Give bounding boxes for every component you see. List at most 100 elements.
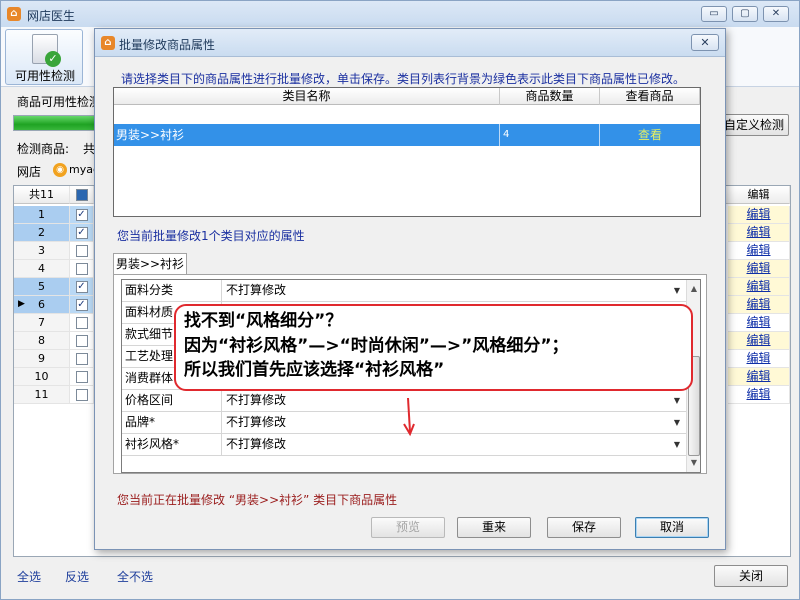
dialog-instruction: 请选择类目下的商品属性进行批量修改，单击保存。类目列表行背景为绿色表示此类目下商…: [121, 72, 686, 86]
footer-note: 您当前正在批量修改 “男装>>衬衫” 类目下商品属性: [117, 493, 398, 507]
row-number: 1: [14, 206, 70, 224]
app-logo-icon: ⌂: [7, 7, 21, 21]
row-number-label: 11: [34, 388, 49, 401]
category-row[interactable]: 男装>>衬衫 4 查看: [114, 106, 700, 146]
invert-selection-link[interactable]: 反选: [65, 568, 89, 585]
dialog-close-button[interactable]: ✕: [691, 34, 719, 51]
edit-link-cell: 编辑: [728, 350, 790, 368]
row-checkbox[interactable]: [70, 314, 94, 332]
grid-header-checkbox[interactable]: [70, 186, 94, 204]
edit-link-cell: 编辑: [728, 386, 790, 404]
availability-check-label: 可用性检测: [14, 69, 75, 83]
shop-label: 网店: [17, 165, 42, 179]
checkbox-icon[interactable]: ✓: [75, 299, 88, 311]
row-checkbox[interactable]: [70, 332, 94, 350]
save-button[interactable]: 保存: [547, 517, 621, 538]
row-pointer-icon: ▶: [18, 299, 25, 309]
edit-link[interactable]: 编辑: [746, 333, 770, 347]
annotation-line-3: 所以我们首先应该选择“衬衫风格”: [184, 360, 445, 380]
main-window-title: 网店医生: [27, 9, 76, 23]
checkbox-icon[interactable]: [75, 317, 88, 329]
edit-link[interactable]: 编辑: [746, 369, 770, 383]
grid-header-count: 共11: [14, 186, 70, 204]
view-products-link[interactable]: 查看: [600, 124, 700, 146]
cancel-button[interactable]: 取消: [635, 517, 709, 538]
row-number: 11: [14, 386, 70, 404]
row-checkbox[interactable]: ✓: [70, 278, 94, 296]
row-number-label: 8: [38, 334, 45, 347]
property-value-dropdown[interactable]: 不打算修改 ▼: [222, 281, 684, 301]
checkbox-icon[interactable]: [75, 353, 88, 365]
row-checkbox[interactable]: [70, 350, 94, 368]
detected-label: 检测商品:: [17, 142, 70, 156]
edit-link[interactable]: 编辑: [746, 225, 770, 239]
edit-link[interactable]: 编辑: [746, 243, 770, 257]
annotation-line-2: 因为“衬衫风格”—>“时尚休闲”—>”风格细分”；: [184, 336, 569, 356]
row-number-label: 4: [38, 262, 45, 275]
preview-button[interactable]: 预览: [371, 517, 445, 538]
row-checkbox[interactable]: [70, 242, 94, 260]
availability-check-button[interactable]: ✓ 可用性检测: [5, 29, 83, 85]
row-checkbox[interactable]: [70, 368, 94, 386]
dropdown-arrow-icon[interactable]: ▼: [674, 281, 680, 300]
batch-edit-dialog: ⌂ 批量修改商品属性 ✕ 请选择类目下的商品属性进行批量修改，单击保存。类目列表…: [94, 28, 726, 550]
row-number-label: 6: [38, 298, 45, 311]
checkbox-icon[interactable]: [75, 389, 88, 401]
property-value-dropdown[interactable]: 不打算修改 ▼: [222, 413, 684, 433]
property-value-dropdown[interactable]: 不打算修改 ▼: [222, 391, 684, 411]
edit-link-cell: 编辑: [728, 206, 790, 224]
property-value-dropdown[interactable]: 不打算修改 ▼: [222, 435, 684, 455]
property-value: 不打算修改: [226, 437, 287, 451]
row-number: 10: [14, 368, 70, 386]
row-checkbox[interactable]: ✓: [70, 296, 94, 314]
checkbox-icon[interactable]: [75, 263, 88, 275]
checkbox-icon[interactable]: ✓: [75, 209, 88, 221]
main-titlebar: ⌂ 网店医生 ▭ ▢ ✕: [1, 1, 799, 27]
edit-link[interactable]: 编辑: [746, 387, 770, 401]
edit-link-cell: 编辑: [728, 260, 790, 278]
reset-button[interactable]: 重来: [457, 517, 531, 538]
scroll-up-icon[interactable]: ▲: [687, 282, 700, 296]
property-row: 面料分类 不打算修改 ▼: [122, 280, 686, 302]
close-window-button[interactable]: ✕: [763, 6, 789, 22]
select-none-link[interactable]: 全不选: [117, 568, 153, 585]
edit-link[interactable]: 编辑: [746, 261, 770, 275]
checkbox-icon[interactable]: [75, 245, 88, 257]
category-name-header: 类目名称: [114, 88, 500, 105]
property-name: 面料分类: [122, 280, 222, 302]
checkbox-icon[interactable]: ✓: [75, 281, 88, 293]
checkbox-icon[interactable]: [75, 335, 88, 347]
edit-link[interactable]: 编辑: [746, 351, 770, 365]
row-number: ▶ 6: [14, 296, 70, 314]
edit-link-cell: 编辑: [728, 296, 790, 314]
dropdown-arrow-icon[interactable]: ▼: [674, 435, 680, 454]
row-checkbox[interactable]: ✓: [70, 206, 94, 224]
property-value: 不打算修改: [226, 415, 287, 429]
property-value: 不打算修改: [226, 393, 287, 407]
row-number: 8: [14, 332, 70, 350]
row-checkbox[interactable]: [70, 260, 94, 278]
minimize-button[interactable]: ▭: [701, 6, 727, 22]
annotation-line-1: 找不到“风格细分”？: [184, 311, 343, 331]
annotation-arrow-icon: [403, 397, 415, 437]
maximize-button[interactable]: ▢: [732, 6, 758, 22]
edit-link[interactable]: 编辑: [746, 297, 770, 311]
edit-link[interactable]: 编辑: [746, 315, 770, 329]
scroll-down-icon[interactable]: ▼: [687, 456, 700, 470]
shop-logo-icon: ◉: [53, 163, 67, 177]
select-all-link[interactable]: 全选: [17, 568, 41, 585]
row-number: 9: [14, 350, 70, 368]
dropdown-arrow-icon[interactable]: ▼: [674, 391, 680, 410]
dialog-title: 批量修改商品属性: [119, 38, 216, 52]
custom-detect-button[interactable]: 自定义检测: [719, 114, 789, 136]
checkbox-icon[interactable]: ✓: [75, 227, 88, 239]
close-button[interactable]: 关闭: [714, 565, 788, 587]
row-checkbox[interactable]: [70, 386, 94, 404]
dropdown-arrow-icon[interactable]: ▼: [674, 413, 680, 432]
tab-category[interactable]: 男装>>衬衫: [113, 253, 187, 275]
checkbox-icon[interactable]: [75, 371, 88, 383]
edit-link[interactable]: 编辑: [746, 207, 770, 221]
edit-link-cell: 编辑: [728, 314, 790, 332]
edit-link[interactable]: 编辑: [746, 279, 770, 293]
row-checkbox[interactable]: ✓: [70, 224, 94, 242]
